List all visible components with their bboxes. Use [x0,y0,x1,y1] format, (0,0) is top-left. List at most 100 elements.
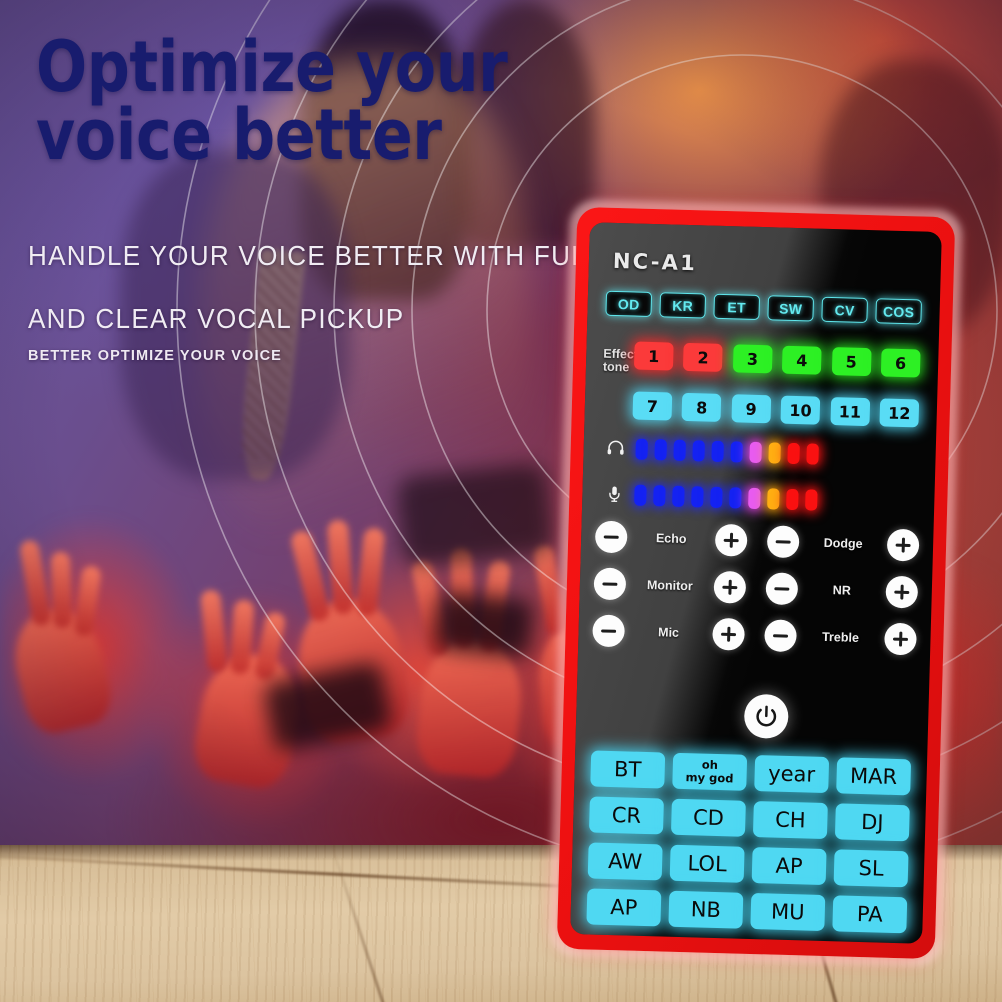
subtitle-line-2: AND CLEAR VOCAL PICKUP [28,303,405,334]
nr-label: NR [832,583,852,598]
page-headline: Optimize your voice better [36,26,508,176]
effect-tone-button-9[interactable]: 9 [731,394,772,424]
led-indicator [787,442,800,464]
key-nb[interactable]: NB [668,890,744,929]
headphone-led-array [635,438,819,465]
mode-button-row: OD KR ET SW CV COS [605,290,922,325]
effect-tone-button-10[interactable]: 10 [780,395,821,425]
device-control-panel: NC-A1 OD KR ET SW CV COS Effect tone 1 2… [570,222,942,944]
key-dj[interactable]: DJ [834,803,910,842]
key-aw[interactable]: AW [587,842,663,881]
key-year[interactable]: year [754,755,830,794]
control-mic: Mic [592,614,745,651]
key-ch[interactable]: CH [752,801,828,840]
led-indicator [806,442,819,465]
led-indicator [692,439,705,462]
monitor-decrease-button[interactable] [593,567,627,601]
key-cd[interactable]: CD [670,798,746,837]
treble-label: Treble [821,629,860,645]
control-row: Echo Dodge [594,520,920,562]
effect-tone-button-11[interactable]: 11 [830,397,870,427]
led-indicator [786,488,799,510]
key-sl[interactable]: SL [833,849,909,888]
led-indicator [729,486,742,509]
echo-increase-button[interactable] [714,523,748,557]
treble-increase-button[interactable] [884,622,917,656]
led-indicator [805,488,818,511]
effect-tone-button-5[interactable]: 5 [831,347,872,377]
mode-button-sw[interactable]: SW [767,295,815,322]
led-indicator [691,485,704,507]
control-monitor: Monitor [593,567,747,604]
headphone-level-meter [601,435,912,470]
led-indicator [634,484,647,506]
echo-label: Echo [655,531,687,547]
power-button[interactable] [743,693,789,739]
effect-tone-button-3[interactable]: 3 [732,344,773,374]
control-row: Mic Treble [592,614,917,656]
effect-tone-button-6[interactable]: 6 [880,348,921,378]
microphone-icon [600,481,629,508]
control-treble: Treble [764,619,917,656]
led-indicator [653,484,666,506]
treble-decrease-button[interactable] [764,619,797,653]
mode-button-cv[interactable]: CV [821,296,869,324]
mic-decrease-button[interactable] [592,614,626,648]
subtitle-line-1: HANDLE YOUR VOICE BETTER WITH FULL [28,240,603,271]
effect-tone-button-12[interactable]: 12 [879,398,920,428]
microphone-level-meter [600,481,911,516]
effect-tone-button-8[interactable]: 8 [681,392,722,422]
monitor-increase-button[interactable] [713,570,747,604]
control-dodge: Dodge [766,525,920,562]
effect-tone-row-2: 7 8 9 10 11 12 [632,391,920,428]
key-cr[interactable]: CR [588,796,664,835]
led-indicator [654,438,667,460]
dodge-increase-button[interactable] [886,528,920,562]
mode-button-od[interactable]: OD [605,290,653,317]
key-ap-1[interactable]: AP [751,847,827,886]
sound-card-device: NC-A1 OD KR ET SW CV COS Effect tone 1 2… [549,199,963,967]
key-lol[interactable]: LOL [669,844,745,883]
tagline: BETTER OPTIMIZE YOUR VOICE [28,348,282,364]
power-icon [756,705,777,727]
key-mu[interactable]: MU [750,892,826,932]
led-indicator [673,439,686,461]
dodge-label: Dodge [823,535,863,551]
effect-tone-row-1: 1 2 3 4 5 6 [633,341,921,378]
led-indicator [672,485,685,507]
control-echo: Echo [594,520,748,557]
led-indicator [711,440,724,462]
key-bt[interactable]: BT [590,750,666,789]
control-nr: NR [765,572,919,609]
promotional-banner: Optimize your voice better HANDLE YOUR V… [0,0,1002,1002]
effect-tone-button-7[interactable]: 7 [632,391,673,421]
nr-decrease-button[interactable] [765,572,799,606]
mic-increase-button[interactable] [712,617,745,651]
control-grid: Echo Dodge Monitor NR Mic Treble [592,520,920,670]
mode-button-et[interactable]: ET [713,293,761,320]
key-oh-my-god[interactable]: oh my god [672,752,748,791]
led-indicator [635,438,648,460]
led-indicator [730,440,743,463]
led-indicator [710,486,723,508]
mic-label: Mic [657,625,680,640]
mode-button-kr[interactable]: KR [659,292,707,319]
mode-button-cos[interactable]: COS [875,298,922,325]
echo-decrease-button[interactable] [594,520,628,554]
headphone-icon [601,435,630,462]
led-indicator [749,441,762,463]
key-mar[interactable]: MAR [836,757,912,796]
device-model-name: NC-A1 [612,248,698,276]
monitor-label: Monitor [646,577,693,594]
key-ap-2[interactable]: AP [586,888,662,927]
effect-tone-button-2[interactable]: 2 [683,342,724,372]
led-indicator [748,487,761,509]
led-indicator [768,441,781,464]
led-indicator [767,487,780,510]
key-pa[interactable]: PA [832,895,908,934]
effect-tone-button-1[interactable]: 1 [633,341,674,371]
nr-increase-button[interactable] [885,575,919,609]
dodge-decrease-button[interactable] [766,525,800,559]
effect-tone-button-4[interactable]: 4 [782,345,822,375]
microphone-led-array [634,484,818,511]
